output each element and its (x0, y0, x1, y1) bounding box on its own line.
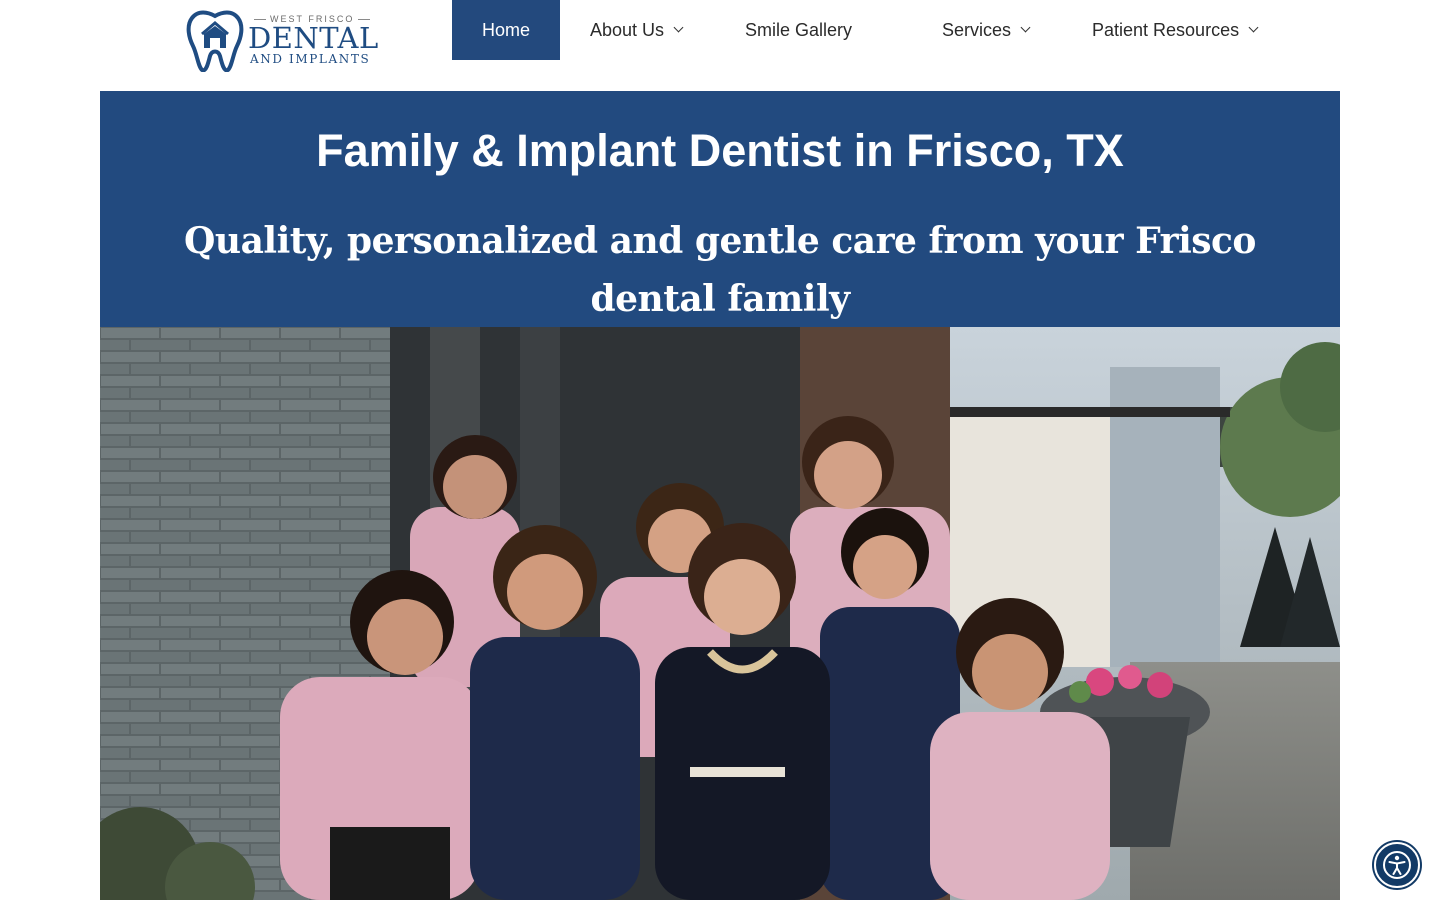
nav-item-label: Home (481, 19, 530, 40)
tooth-logo-icon (186, 10, 244, 72)
site-logo[interactable]: WEST FRISCO DENTAL AND IMPLANTS (184, 8, 378, 72)
logo-sub-text: AND IMPLANTS (250, 52, 371, 66)
nav-item-label: Services (942, 19, 1012, 40)
nav-item-label: Smile Gallery (745, 19, 853, 40)
nav-item-services[interactable]: Services (912, 0, 1062, 60)
nav-item-smile-gallery[interactable]: Smile Gallery (715, 0, 912, 60)
chevron-down-icon (1020, 22, 1031, 33)
logo-main-text: DENTAL (248, 21, 379, 55)
hero-subtitle: Quality, personalized and gentle care fr… (184, 220, 1256, 320)
accessibility-button[interactable] (1374, 842, 1420, 888)
hero-title: Family & Implant Dentist in Frisco, TX (316, 125, 1124, 176)
team-photo (100, 327, 1340, 900)
nav-item-label: Patient Resources (1092, 19, 1240, 40)
site-header: WEST FRISCO DENTAL AND IMPLANTS Home Abo… (0, 0, 1440, 91)
accessibility-icon (1383, 851, 1411, 879)
chevron-down-icon (673, 22, 684, 33)
nav-item-about-us[interactable]: About Us (560, 0, 715, 60)
nav-item-label: About Us (590, 19, 665, 40)
chevron-down-icon (1248, 22, 1259, 33)
nav-item-home[interactable]: Home (452, 0, 560, 60)
main-nav: Home About Us Smile Gallery Services Pat… (452, 0, 1272, 60)
nav-item-patient-resources[interactable]: Patient Resources (1062, 0, 1272, 60)
